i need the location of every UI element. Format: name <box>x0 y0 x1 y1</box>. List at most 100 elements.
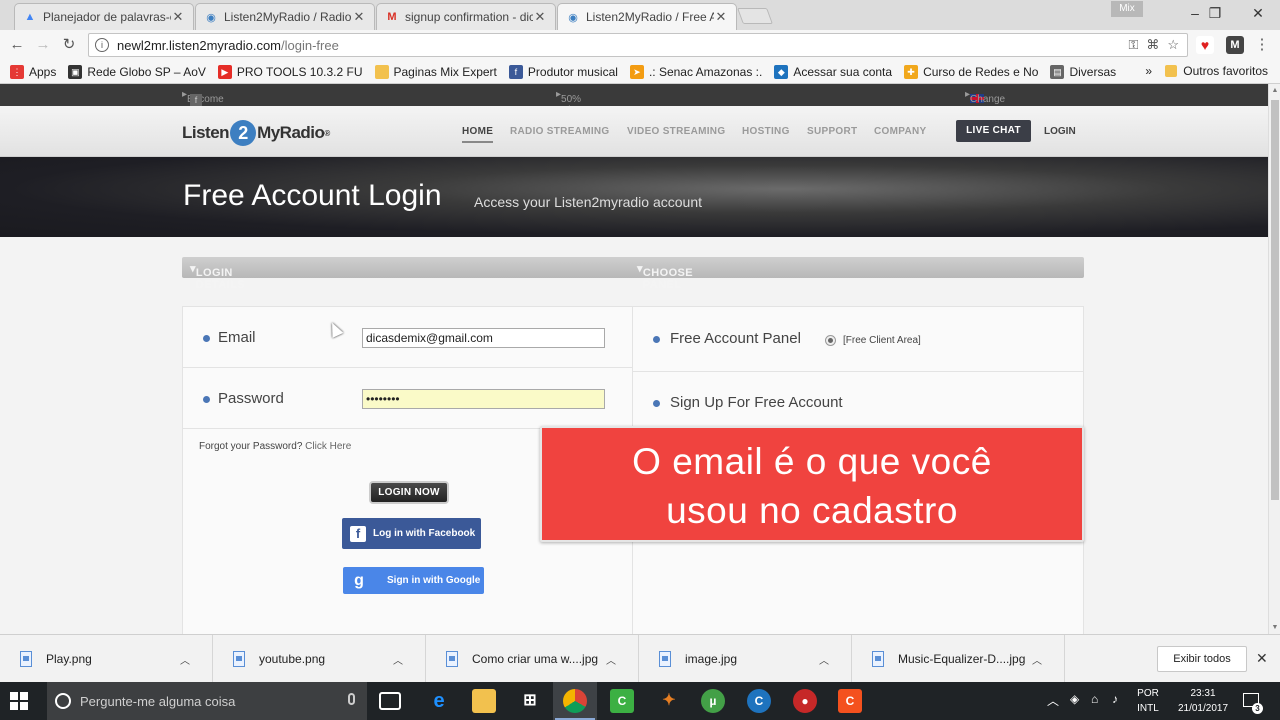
facebook-login-button[interactable]: f Log in with Facebook <box>342 518 481 549</box>
address-bar[interactable]: i newl2mr.listen2myradio.com/login-free … <box>88 33 1188 57</box>
forgot-password-link[interactable]: Click Here <box>305 441 351 452</box>
info-icon[interactable]: i <box>95 38 109 52</box>
download-item[interactable]: Play.png ︿ <box>0 635 213 683</box>
bookmarks-bar: ⋮ Apps ▣ Rede Globo SP – AoV ▶ PRO TOOLS 10… <box>0 60 1280 84</box>
camtasia-icon[interactable]: C <box>610 689 634 713</box>
nav-login[interactable]: LOGIN <box>1044 126 1076 137</box>
tab-listen2myradio-streaming[interactable]: ◉ Listen2MyRadio / Radio S ✕ <box>195 3 375 30</box>
edge-icon[interactable]: e <box>427 689 451 713</box>
download-item[interactable]: image.jpg ︿ <box>639 635 852 683</box>
close-icon[interactable]: ✕ <box>714 9 728 25</box>
restore-icon[interactable]: ❐ <box>1195 3 1235 23</box>
input-language[interactable]: POR INTL <box>1135 686 1161 716</box>
free-client-area-radio[interactable] <box>825 335 836 346</box>
bookmark-pro-tools[interactable]: ▶ PRO TOOLS 10.3.2 FU <box>217 64 363 79</box>
bookmark-diversas[interactable]: ▤ Diversas <box>1050 64 1116 79</box>
chevron-up-icon[interactable]: ︿ <box>180 652 194 667</box>
bookmark-paginas[interactable]: Paginas Mix Expert <box>374 64 497 79</box>
utorrent-icon[interactable]: µ <box>701 689 725 713</box>
google-signin-button[interactable]: g Sign in with Google <box>343 567 484 594</box>
back-icon[interactable]: ← <box>7 35 27 55</box>
lang-code: POR <box>1137 688 1159 699</box>
forward-icon[interactable]: → <box>33 35 53 55</box>
puzzle-icon: ✚ <box>904 64 919 79</box>
nav-radio-streaming[interactable]: RADIO STREAMING <box>510 126 610 137</box>
chevron-up-icon[interactable]: ︿ <box>819 652 833 667</box>
task-view-icon[interactable] <box>379 692 401 710</box>
tab-gmail[interactable]: M signup confirmation - dic ✕ <box>376 3 556 30</box>
close-icon[interactable]: ✕ <box>533 9 547 25</box>
email-field[interactable] <box>362 328 605 348</box>
windows-start-icon[interactable] <box>10 692 28 710</box>
bookmark-rede-globo[interactable]: ▣ Rede Globo SP – AoV <box>68 64 206 79</box>
show-all-downloads-button[interactable]: Exibir todos <box>1157 646 1247 672</box>
scroll-up-icon[interactable]: ▲ <box>1271 87 1279 94</box>
close-icon[interactable]: ✕ <box>171 9 185 25</box>
chevron-up-icon[interactable]: ︿ <box>393 652 407 667</box>
reload-icon[interactable]: ↻ <box>59 35 79 55</box>
tray-app-icon[interactable]: ◈ <box>1070 692 1079 706</box>
nav-company[interactable]: COMPANY <box>874 126 926 137</box>
discount-link[interactable]: ▸ 50% Discount on Hosting Packagesv <box>556 89 610 138</box>
window-close-icon[interactable]: ✕ <box>1238 3 1278 23</box>
translate-icon[interactable]: ⌘ <box>1146 37 1159 53</box>
password-field[interactable] <box>362 389 605 409</box>
chevron-up-icon[interactable]: ︿ <box>1032 652 1046 667</box>
volume-icon[interactable]: ♪ <box>1112 692 1118 706</box>
section-label: LOGIN DETAILS <box>195 267 245 291</box>
cortana-search-box[interactable]: Pergunte-me alguma coisa <box>47 682 367 720</box>
key-icon[interactable]: ⚿ <box>1128 37 1138 53</box>
star-icon[interactable]: ☆ <box>1167 37 1179 53</box>
network-icon[interactable]: ⌂ <box>1091 692 1098 706</box>
login-now-button[interactable]: LOGIN NOW <box>369 481 449 504</box>
profile-button[interactable]: Mix <box>1111 1 1143 17</box>
app-red-icon[interactable]: ● <box>793 689 817 713</box>
folder-icon <box>1165 65 1178 77</box>
download-item[interactable]: Music-Equalizer-D....jpg ︿ <box>852 635 1065 683</box>
chrome-icon[interactable] <box>563 689 587 713</box>
bookmark-other-favorites[interactable]: Outros favoritos <box>1165 64 1268 78</box>
bookmark-curso[interactable]: ✚ Curso de Redes e No <box>904 64 1038 79</box>
bookmark-senac[interactable]: ➤ .: Senac Amazonas :. <box>629 64 762 79</box>
ccleaner-icon[interactable]: C <box>747 689 771 713</box>
menu-icon[interactable]: ⋮ <box>1252 35 1272 55</box>
search-placeholder: Pergunte-me alguma coisa <box>80 693 236 709</box>
camtasia-recorder-icon[interactable]: C <box>838 689 862 713</box>
store-icon[interactable]: ⊞ <box>518 689 542 713</box>
nav-home[interactable]: HOME <box>462 126 494 143</box>
tab-listen2myradio-login[interactable]: ◉ Listen2MyRadio / Free Ac ✕ <box>557 3 737 30</box>
scroll-down-icon[interactable]: ▼ <box>1271 624 1279 631</box>
forgot-password: Forgot your Password? Click Here <box>199 441 351 452</box>
download-item[interactable]: Como criar uma w....jpg ︿ <box>426 635 639 683</box>
image-file-icon <box>446 651 458 667</box>
download-item[interactable]: youtube.png ︿ <box>213 635 426 683</box>
scrollbar-thumb[interactable] <box>1271 100 1279 500</box>
gimp-icon[interactable]: ✦ <box>657 689 681 713</box>
microphone-icon[interactable] <box>348 693 355 705</box>
new-tab-button[interactable] <box>737 8 773 24</box>
extension-m-icon[interactable]: M <box>1226 36 1244 54</box>
extension-heart-icon[interactable]: ♥ <box>1196 36 1214 54</box>
page-scrollbar[interactable]: ▲ ▼ <box>1268 84 1280 634</box>
nav-support[interactable]: SUPPORT <box>807 126 857 137</box>
nav-hosting[interactable]: HOSTING <box>742 126 790 137</box>
site-logo[interactable]: Listen 2 MyRadio ® <box>182 120 330 146</box>
live-chat-button[interactable]: LIVE CHAT <box>956 120 1031 142</box>
bookmark-produtor[interactable]: f Produtor musical <box>508 64 618 79</box>
system-clock[interactable]: 23:31 21/01/2017 <box>1168 686 1238 716</box>
tab-planejador[interactable]: ▲ Planejador de palavras-c ✕ <box>14 3 194 30</box>
close-icon[interactable]: ✕ <box>1256 650 1268 667</box>
fan-link[interactable]: ▸ Become a Fan onf <box>182 89 224 127</box>
file-explorer-icon[interactable] <box>472 689 496 713</box>
image-file-icon <box>872 651 884 667</box>
bookmark-acessar[interactable]: ◆ Acessar sua conta <box>774 64 892 79</box>
bookmark-apps[interactable]: ⋮ Apps <box>10 64 56 79</box>
tray-expand-icon[interactable]: ︿ <box>1047 692 1059 709</box>
chevron-up-icon[interactable]: ︿ <box>606 652 620 667</box>
change-language-link[interactable]: ▸ Change Language <box>965 89 1015 116</box>
close-icon[interactable]: ✕ <box>352 9 366 25</box>
nav-video-streaming[interactable]: VIDEO STREAMING <box>627 126 725 137</box>
signup-free-account-link[interactable]: Sign Up For Free Account <box>670 394 843 411</box>
bookmarks-overflow-button[interactable]: » <box>1145 64 1152 78</box>
facebook-login-label: Log in with Facebook <box>373 528 476 539</box>
